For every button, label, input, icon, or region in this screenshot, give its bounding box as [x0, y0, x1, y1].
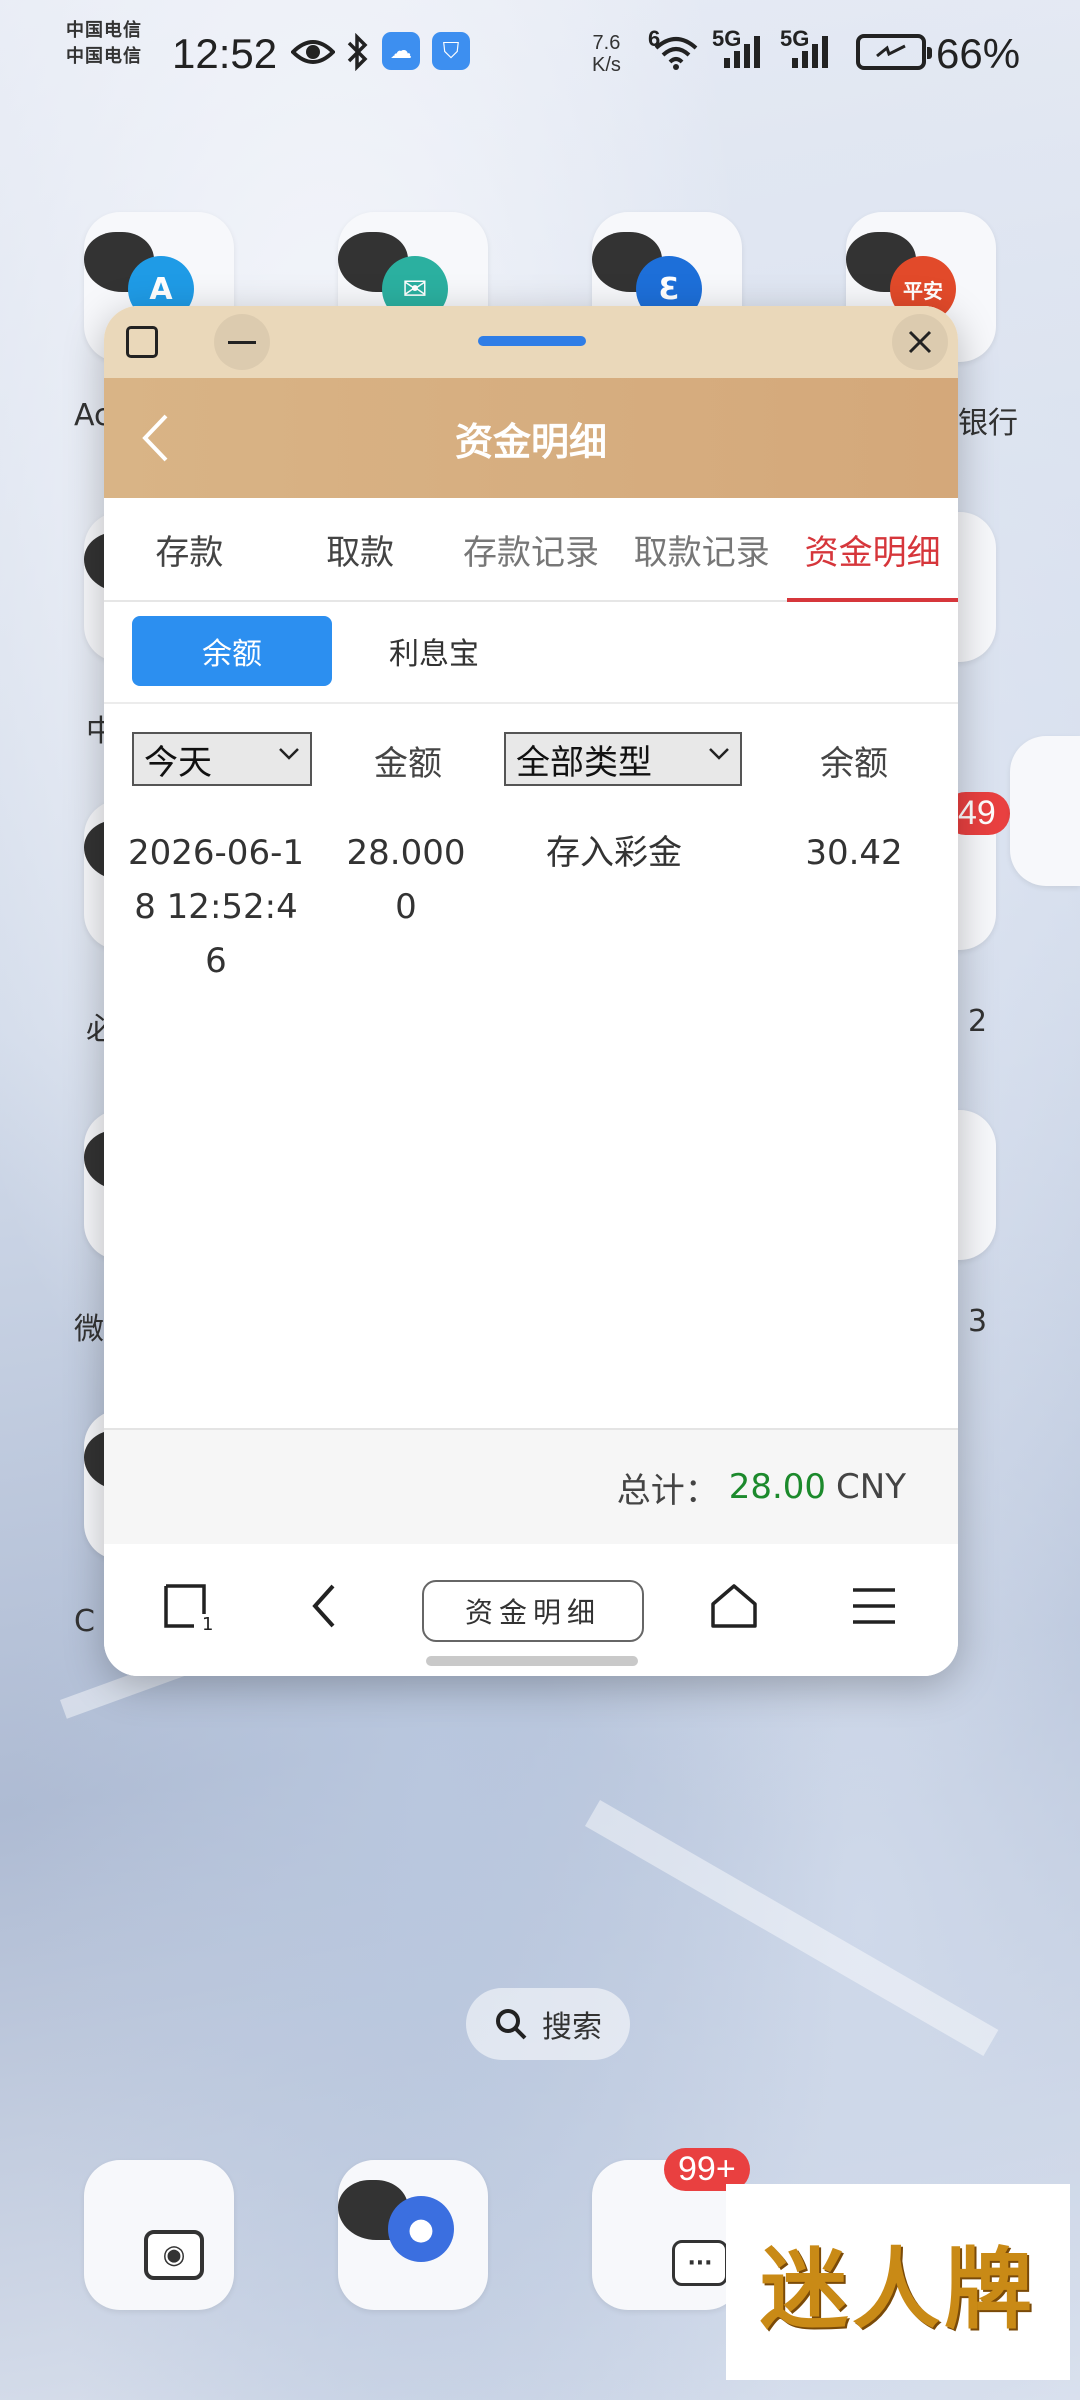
date-filter-select[interactable]: 今天 — [132, 732, 312, 786]
cloud-app-icon: ☁ — [382, 32, 420, 70]
total-amount: 28.00 — [728, 1467, 827, 1507]
close-window-button[interactable] — [892, 314, 948, 370]
home-search-button[interactable]: 搜索 — [466, 1988, 630, 2060]
tab-deposit-records[interactable]: 存款记录 — [446, 498, 617, 600]
close-icon — [908, 330, 932, 354]
planet-icon: ● — [388, 2196, 454, 2262]
page-title: 资金明细 — [454, 419, 607, 464]
tab-withdraw-records[interactable]: 取款记录 — [616, 498, 787, 600]
signal-bars-sim1 — [724, 36, 760, 68]
type-filter-value: 全部类型 — [516, 742, 652, 783]
browser-home-button[interactable] — [704, 1578, 764, 1634]
chevron-down-icon — [279, 748, 299, 760]
filter-row: 今天 金额 全部类型 余额 — [104, 706, 958, 806]
app-label: C — [74, 1604, 95, 1639]
subtab-interest[interactable]: 利息宝 — [364, 616, 504, 686]
app-label: 微 — [74, 1312, 104, 1347]
browser-menu-button[interactable] — [844, 1578, 904, 1634]
watermark-logo: 迷人牌 — [726, 2184, 1070, 2380]
home-icon — [711, 1584, 757, 1628]
row-datetime: 2026-06-18 12:52:46 — [128, 833, 304, 981]
balance-column-header: 余额 — [820, 744, 888, 784]
chevron-down-icon — [709, 748, 729, 760]
dock-camera-app[interactable]: ◉ — [84, 2160, 234, 2310]
maximize-window-button[interactable] — [114, 314, 170, 370]
chat-bubble-icon: ··· — [672, 2240, 728, 2286]
search-label: 搜索 — [542, 2010, 602, 2045]
camera-icon: ◉ — [144, 2230, 204, 2280]
wifi-icon — [652, 32, 700, 72]
browser-back-button[interactable] — [294, 1578, 354, 1634]
status-bar: 中国电信 中国电信 12:52 ☁ ⛉ 7.6 K/s 6 5G 5G 66% — [0, 0, 1080, 110]
address-bar[interactable]: 资金明细 — [422, 1580, 644, 1642]
row-type: 存入彩金 — [546, 833, 682, 873]
window-titlebar[interactable] — [104, 306, 958, 378]
chevron-left-icon — [312, 1584, 335, 1628]
back-button[interactable] — [140, 414, 180, 462]
tabs-icon: 1 — [164, 1584, 213, 1634]
page-header: 资金明细 — [104, 378, 958, 498]
battery-percent: 66% — [936, 30, 1021, 77]
carrier-names: 中国电信 中国电信 — [66, 22, 142, 74]
amount-column-header: 金额 — [374, 744, 442, 784]
tab-withdraw[interactable]: 取款 — [275, 498, 446, 600]
tab-fund-details[interactable]: 资金明细 — [787, 498, 958, 602]
tab-deposit[interactable]: 存款 — [104, 498, 275, 600]
app-label: 3 — [968, 1304, 988, 1339]
browser-toolbar: 1 资金明细 — [104, 1544, 958, 1676]
tabs-button[interactable]: 1 — [158, 1578, 218, 1634]
dock-browser-app[interactable]: ● — [338, 2160, 488, 2310]
window-drag-handle[interactable] — [478, 336, 586, 346]
status-time: 12:52 — [172, 30, 278, 77]
battery-icon — [856, 34, 932, 70]
minimize-window-button[interactable] — [214, 314, 270, 370]
app-label: 银行 — [958, 406, 1018, 441]
date-filter-value: 今天 — [144, 742, 212, 783]
total-bar: 总计： 28.00 CNY — [104, 1428, 958, 1544]
tab-count: 1 — [202, 1614, 213, 1634]
carrier-1: 中国电信 — [66, 20, 142, 41]
sub-tabs: 余额 利息宝 — [104, 604, 958, 704]
gesture-bar[interactable] — [426, 1656, 638, 1666]
chevron-left-icon — [142, 414, 168, 462]
subtab-balance[interactable]: 余额 — [132, 616, 332, 686]
main-tabs: 存款 取款 存款记录 取款记录 资金明细 — [104, 498, 958, 602]
menu-icon — [853, 1588, 895, 1624]
signal-bars-sim2 — [792, 36, 828, 68]
row-amount: 28.0000 — [346, 833, 466, 927]
eye-icon — [290, 32, 336, 72]
net-speed: 7.6 K/s — [592, 32, 621, 76]
carrier-2: 中国电信 — [66, 46, 142, 67]
security-app-icon: ⛉ — [432, 32, 470, 70]
table-row: 2026-06-18 12:52:46 28.0000 存入彩金 30.42 — [104, 826, 958, 1006]
total-currency: CNY — [836, 1467, 906, 1507]
row-balance: 30.42 — [805, 833, 903, 873]
search-icon — [496, 2009, 527, 2040]
floating-ball-icon[interactable] — [1010, 736, 1080, 886]
type-filter-select[interactable]: 全部类型 — [504, 732, 742, 786]
floating-window: 资金明细 存款 取款 存款记录 取款记录 资金明细 余额 利息宝 今天 金额 全… — [104, 306, 958, 1676]
bluetooth-icon — [342, 32, 372, 72]
app-label: 2 — [968, 1004, 988, 1039]
wallpaper-streak — [585, 1800, 999, 2056]
total-label: 总计： — [616, 1470, 719, 1511]
